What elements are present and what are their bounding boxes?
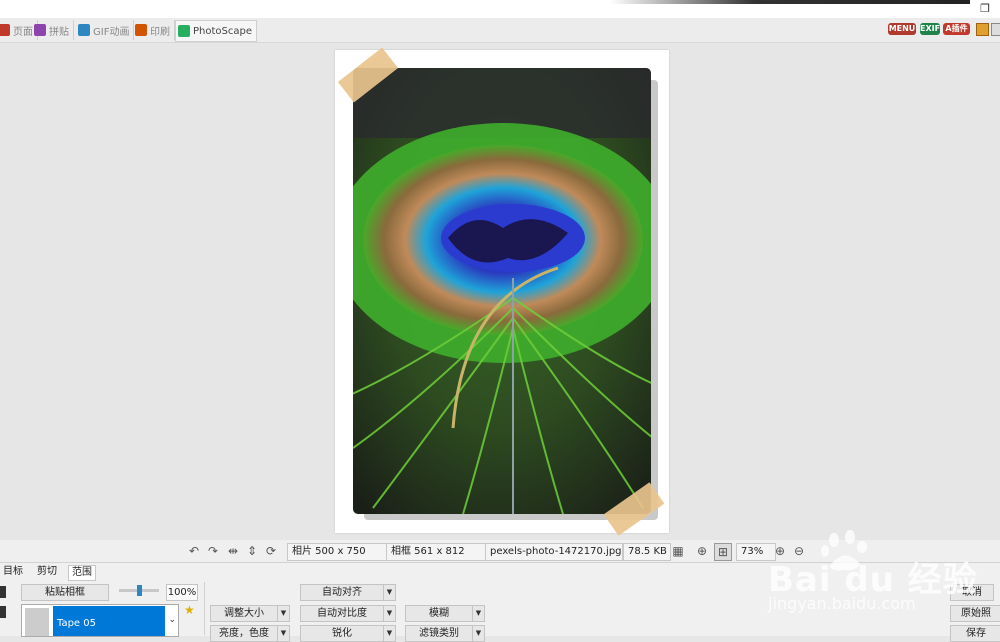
frame-select-value: Tape 05 [53,606,165,636]
flip-horizontal-icon[interactable]: ⇹ [225,543,241,559]
opacity-value: 100% [166,584,198,601]
tab-photoscape[interactable]: PhotoScape [175,20,257,42]
menu-button[interactable]: MENU [888,23,916,35]
tab-gif-label: GIF动画 [93,26,130,38]
folder-icon[interactable] [976,23,989,36]
flip-vertical-icon[interactable]: ⇕ [244,543,260,559]
paste-frame-button[interactable]: 粘贴相框 [21,584,109,601]
auto-contrast-dropdown[interactable]: ▼ [383,605,396,622]
auto-contrast-button[interactable]: 自动对比度 [300,605,384,622]
color-swatch-icon[interactable] [0,586,6,598]
chevron-down-icon: ⌄ [168,615,176,625]
baidu-watermark: Bai du 经验 jingyan.baidu.com [760,530,1000,620]
tab-collage[interactable]: 拼贴 [32,20,74,40]
gif-icon [78,24,90,36]
rotate-left-icon[interactable]: ↶ [186,543,202,559]
panel-divider [204,582,205,635]
tab-print[interactable]: 印刷 [133,20,175,40]
zoom-actual-icon[interactable]: ⊞ [714,543,732,561]
window-icon[interactable] [991,23,1000,36]
plugin-button[interactable]: A插件 [943,23,970,35]
collage-icon [34,24,46,36]
frame-size-label: 相框 561 x 812 [386,543,486,561]
restore-window-icon[interactable]: ❐ [978,2,992,16]
opacity-slider-thumb[interactable] [137,585,142,596]
tab-target[interactable]: 目标 [3,565,23,579]
blur-button[interactable]: 模糊 [405,605,473,622]
tab-page-label: 页面 [13,26,33,38]
save-button[interactable]: 保存 [950,625,1000,642]
frame-select[interactable]: Tape 05 ⌄ [21,604,179,637]
print-icon [135,24,147,36]
blur-dropdown[interactable]: ▼ [472,605,485,622]
frame-thumbnail [25,608,49,636]
photoscape-icon [178,25,190,37]
brightness-button[interactable]: 亮度，色度 [210,625,278,642]
tab-photoscape-label: PhotoScape [193,25,252,37]
star-icon[interactable]: ★ [184,604,196,616]
filter-button[interactable]: 滤镜类别 [405,625,473,642]
zoom-fit-icon[interactable]: ⊕ [694,543,710,559]
sharpen-dropdown[interactable]: ▼ [383,625,396,642]
filesize-label: 78.5 KB [623,543,671,561]
peacock-feather-photo[interactable] [353,68,651,514]
watermark-url: jingyan.baidu.com [768,594,916,613]
tab-range[interactable]: 范围 [68,565,96,581]
filter-dropdown[interactable]: ▼ [472,625,485,642]
edit-tool-icon[interactable] [0,606,6,618]
rotate-right-icon[interactable]: ↷ [205,543,221,559]
photo-size-label: 相片 500 x 750 [287,543,387,561]
opacity-slider[interactable] [119,585,159,596]
resize-button[interactable]: 调整大小 [210,605,278,622]
page-icon [0,24,10,36]
auto-level-dropdown[interactable]: ▼ [383,584,396,601]
exif-button[interactable]: EXIF [920,23,940,35]
tab-toolbar: 页面 拼贴 GIF动画 印刷 PhotoScape [0,18,1000,43]
filename-label: pexels-photo-1472170.jpg [485,543,623,561]
title-bar-shadow [610,0,970,4]
auto-level-button[interactable]: 自动对齐 [300,584,384,601]
refresh-icon[interactable]: ⟳ [263,543,279,559]
sharpen-button[interactable]: 锐化 [300,625,384,642]
tab-crop[interactable]: 剪切 [37,565,57,579]
resize-dropdown[interactable]: ▼ [277,605,290,622]
tab-gif[interactable]: GIF动画 [76,20,135,40]
brightness-dropdown[interactable]: ▼ [277,625,290,642]
tab-print-label: 印刷 [150,26,170,38]
transparency-grid-icon[interactable]: ▦ [670,543,686,559]
tab-collage-label: 拼贴 [49,26,69,38]
